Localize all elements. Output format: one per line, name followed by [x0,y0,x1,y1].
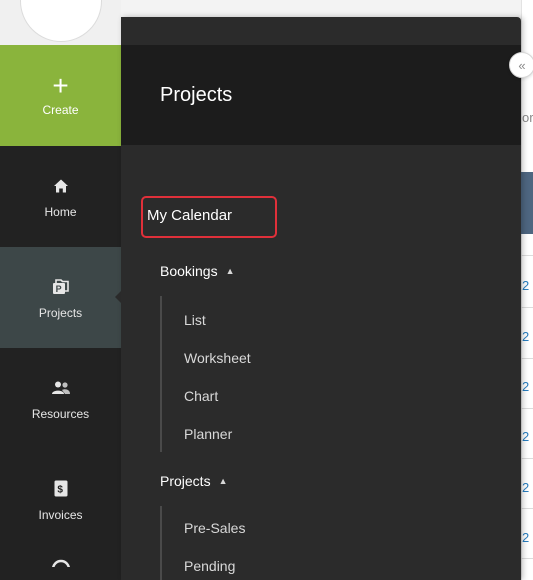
submenu-line [160,506,162,580]
rail-create-label: Create [42,102,79,117]
nav-bookings-list[interactable]: List [184,312,206,329]
projects-panel: Projects My Calendar Bookings ▲ List Work… [121,17,521,580]
rail-resources-button[interactable]: Resources [0,348,121,449]
background-row-value[interactable]: 2 [522,380,529,393]
invoice-icon: $ [54,478,68,500]
background-row-divider [521,255,533,256]
background-row-value[interactable]: 2 [522,430,529,443]
people-icon [51,377,71,399]
nav-bookings-planner[interactable]: Planner [184,426,232,443]
nav-bookings-chart[interactable]: Chart [184,388,218,405]
rail-more-button[interactable] [0,550,121,580]
background-table-header [521,172,533,234]
caret-up-icon: ▲ [225,266,235,276]
nav-bookings-toggle[interactable]: Bookings ▲ [160,263,235,280]
rail-resources-label: Resources [31,406,90,421]
rail-home-button[interactable]: Home [0,146,121,247]
rail-home-label: Home [44,204,77,219]
background-row-divider [521,508,533,509]
background-row-value[interactable]: 2 [522,531,529,544]
background-row-value[interactable]: 2 [522,330,529,343]
svg-text:$: $ [57,485,63,496]
avatar[interactable] [20,0,102,42]
nav-projects-pre-sales[interactable]: Pre-Sales [184,520,245,537]
icon-rail: + Create Home P Projects Resources $ Inv… [0,0,121,580]
rail-projects-label: Projects [38,305,83,320]
svg-text:P: P [55,284,61,294]
rail-invoices-label: Invoices [38,507,83,522]
partial-icon [51,550,71,572]
nav-projects-pending[interactable]: Pending [184,558,235,575]
nav-projects-toggle[interactable]: Projects ▲ [160,473,228,490]
rail-top [0,0,121,45]
nav-bookings-label: Bookings [160,263,218,279]
rail-create-button[interactable]: + Create [0,45,121,146]
plus-icon: + [52,69,69,101]
panel-header: Projects [121,45,521,145]
panel-title: Projects [160,84,233,106]
nav-my-calendar[interactable]: My Calendar [147,207,232,224]
submenu-line [160,296,162,452]
rail-invoices-button[interactable]: $ Invoices [0,449,121,550]
background-row-divider [521,558,533,559]
nav-bookings-worksheet[interactable]: Worksheet [184,350,251,367]
collapse-button[interactable]: « [509,52,533,78]
projects-icon: P [52,276,70,298]
active-pointer [115,291,121,303]
caret-up-icon: ▲ [218,476,228,486]
background-row-divider [521,307,533,308]
nav-projects-label: Projects [160,473,211,489]
rail-projects-button[interactable]: P Projects [0,247,121,348]
background-row-value[interactable]: 2 [522,481,529,494]
background-row-divider [521,358,533,359]
home-icon [53,175,69,197]
background-row-divider [521,458,533,459]
background-header-text: or [522,110,533,125]
background-row-divider [521,408,533,409]
double-chevron-left-icon: « [518,57,526,73]
background-row-value[interactable]: 2 [522,279,529,292]
